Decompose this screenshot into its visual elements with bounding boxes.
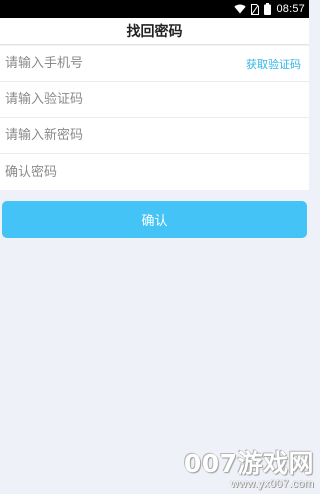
no-sim-icon bbox=[251, 3, 260, 15]
phone-input[interactable] bbox=[5, 48, 246, 79]
get-verification-code-button[interactable]: 获取验证码 bbox=[246, 56, 301, 72]
battery-icon bbox=[264, 3, 272, 15]
code-row bbox=[0, 82, 309, 118]
watermark-logo-text: 007游戏网 bbox=[183, 449, 314, 478]
status-time: 08:57 bbox=[276, 3, 305, 15]
page-title: 找回密码 bbox=[126, 24, 183, 40]
header-bar: 找回密码 bbox=[0, 18, 309, 45]
watermark-url: www.yx007.com bbox=[230, 478, 314, 490]
status-bar: 08:57 bbox=[0, 0, 309, 18]
verification-code-input[interactable] bbox=[5, 84, 301, 115]
confirm-password-row bbox=[0, 154, 309, 190]
phone-row: 获取验证码 bbox=[0, 46, 309, 82]
confirm-password-input[interactable] bbox=[5, 157, 301, 187]
reset-password-form: 获取验证码 bbox=[0, 46, 309, 190]
wifi-icon bbox=[234, 4, 247, 14]
confirm-button[interactable]: 确认 bbox=[2, 201, 307, 238]
new-password-input[interactable] bbox=[5, 120, 301, 151]
watermark: 007游戏网 www.yx007.com bbox=[183, 449, 314, 491]
new-password-row bbox=[0, 118, 309, 154]
